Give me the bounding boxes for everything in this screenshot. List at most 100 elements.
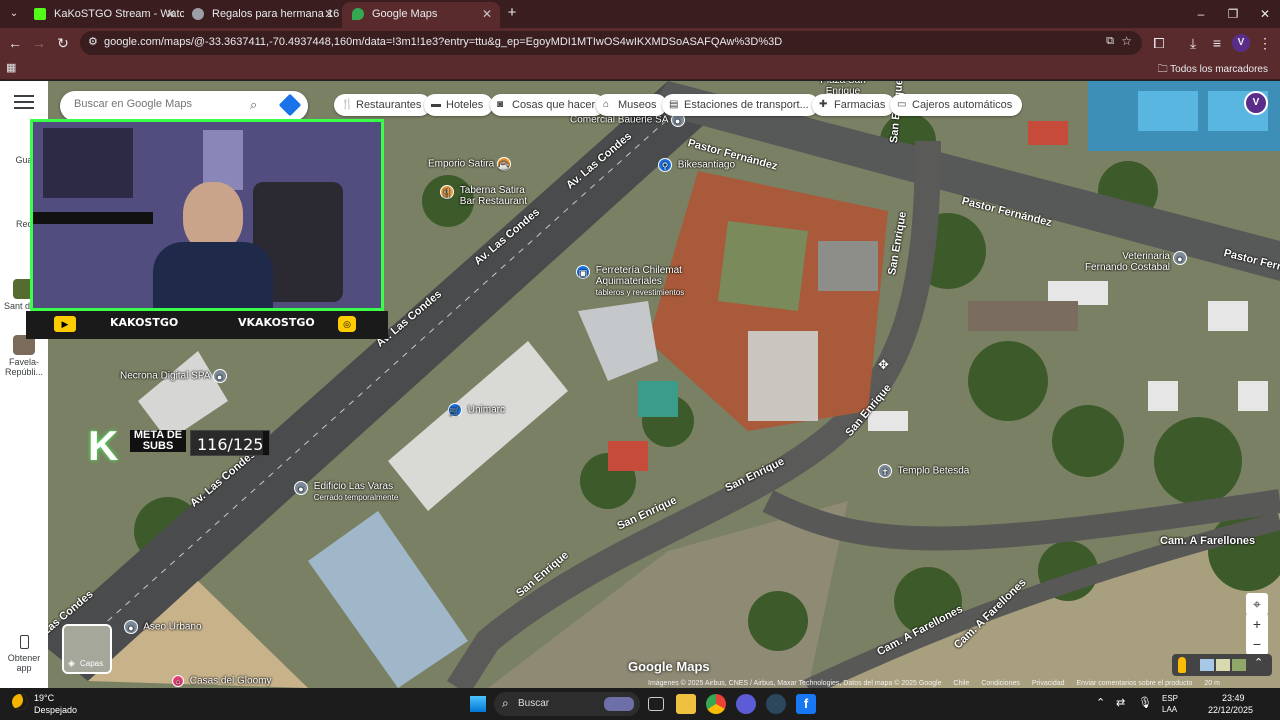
poi-veterinaria[interactable]: Veterinaria Fernando Costabal ● (1078, 251, 1190, 273)
new-tab-button[interactable]: + (504, 4, 520, 22)
road-label: Cam. A Farellones (1160, 535, 1256, 547)
tray-chevron-icon[interactable]: ⌃ (1096, 696, 1105, 709)
poi-pin-icon: ● (294, 481, 308, 495)
attribution-link-privacy[interactable]: Privacidad (1032, 680, 1065, 687)
media-icon[interactable]: ≡ (1208, 34, 1226, 52)
page-icon (192, 8, 204, 20)
layer-thumb-icon[interactable] (1216, 659, 1230, 671)
close-icon[interactable]: ✕ (166, 2, 176, 26)
search-input[interactable] (74, 98, 244, 110)
cart-icon: 🛒 (448, 403, 462, 417)
poi-pin-icon: ● (124, 620, 138, 634)
chip-hoteles[interactable]: ▬ Hoteles (424, 94, 494, 116)
maximize-button[interactable]: ❐ (1218, 4, 1248, 24)
attribution-link-feedback[interactable]: Enviar comentarios sobre el producto (1076, 680, 1192, 687)
menu-hamburger-icon[interactable] (14, 95, 34, 109)
my-location-button[interactable]: ⌖ (1246, 593, 1268, 615)
cafe-icon: ☕ (496, 157, 511, 171)
church-icon: ✝ (878, 464, 892, 478)
attribution-link-terms[interactable]: Condiciones (981, 680, 1020, 687)
directions-icon[interactable] (278, 93, 302, 117)
tab-title: Google Maps (372, 8, 438, 20)
pegman-icon[interactable] (1178, 657, 1186, 673)
zoom-out-button[interactable]: − (1246, 633, 1268, 655)
bookmarks-bar: ▦ 🗀 Todos los marcadores (0, 58, 1280, 80)
minimize-button[interactable]: – (1186, 4, 1216, 24)
map-scale[interactable]: 20 m (1204, 680, 1220, 687)
chip-estaciones[interactable]: ▤ Estaciones de transport... (662, 94, 819, 116)
layer-thumb-icon[interactable] (1232, 659, 1246, 671)
weather-desc[interactable]: Despejado (34, 705, 77, 715)
language-sub[interactable]: LAA (1162, 705, 1177, 714)
poi-emporio-satira[interactable]: Emporio Satira ☕ (428, 157, 514, 171)
taskbar-search[interactable]: ⌕ Buscar (494, 692, 640, 716)
kick-icon (34, 8, 46, 20)
account-avatar[interactable]: V (1244, 91, 1268, 115)
poi-bikesantiago[interactable]: ⚲ Bikesantiago (658, 158, 735, 172)
taskbar-search-label: Buscar (518, 698, 550, 709)
file-explorer-icon[interactable] (676, 694, 696, 714)
close-icon[interactable]: ✕ (324, 2, 334, 26)
layers-button[interactable]: ◈ Capas (62, 624, 112, 674)
task-view-icon[interactable] (648, 697, 664, 711)
poi-taberna-satira[interactable]: 🍴 Taberna Satira Bar Restaurant (440, 185, 540, 207)
poi-pin-icon: ● (212, 369, 227, 383)
lodging-icon: ⌂ (172, 675, 184, 687)
steam-icon[interactable] (766, 694, 786, 714)
poi-casas-del-gloomy[interactable]: ⌂ Casas del Gloomy (172, 675, 271, 687)
goal-value: 116/125 (197, 435, 264, 454)
reload-icon[interactable]: ↻ (54, 34, 72, 52)
poi-necrona[interactable]: Necrona Digital SPA ● (120, 369, 230, 383)
menu-icon[interactable]: ⋮ (1256, 34, 1274, 52)
clock-date[interactable]: 22/12/2025 (1208, 705, 1253, 715)
forward-icon[interactable]: → (30, 34, 48, 52)
language-code[interactable]: ESP (1162, 694, 1178, 703)
zoom-in-button[interactable]: + (1246, 613, 1268, 635)
tab-kakostgo[interactable]: KaKoSTGO Stream - Watch Live ✕ (24, 2, 184, 28)
search-icon[interactable]: ⌕ (250, 97, 257, 113)
chip-cosas-que-hacer[interactable]: ◙ Cosas que hacer (490, 94, 606, 116)
chip-restaurantes[interactable]: 🍴 Restaurantes (334, 94, 432, 116)
chip-museos[interactable]: ⌂ Museos (596, 94, 667, 116)
expand-up-icon[interactable]: ⌃ (1254, 656, 1263, 669)
bookmark-star-icon[interactable]: ☆ (1121, 34, 1132, 48)
chrome-icon[interactable] (706, 694, 726, 714)
close-window-button[interactable]: ✕ (1250, 4, 1280, 24)
layer-thumb-icon[interactable] (1200, 659, 1214, 671)
apps-icon[interactable]: ▦ (6, 61, 16, 74)
poi-templo-betesda[interactable]: ✝ Templo Betesda (878, 464, 969, 478)
tab-google-maps[interactable]: Google Maps ✕ (342, 2, 500, 28)
instagram-icon: ◎ (338, 316, 356, 332)
chip-cajeros[interactable]: ▭ Cajeros automáticos (890, 94, 1023, 116)
facebook-icon[interactable]: f (796, 694, 816, 714)
attribution-text: Imágenes © 2025 Airbus, CNES / Airbus, M… (648, 680, 942, 687)
mic-icon[interactable]: 🎙 (1138, 696, 1152, 709)
poi-aseo-urbano[interactable]: ● Aseo Urbano (124, 620, 202, 634)
windows-start-icon[interactable] (470, 696, 486, 712)
network-icon[interactable]: ⇄ (1116, 696, 1125, 709)
download-icon[interactable]: ⤓ (1184, 34, 1202, 52)
extensions-icon[interactable]: ⧠ (1150, 34, 1168, 52)
attribution-link-chile[interactable]: Chile (953, 680, 969, 687)
poi-unimarc[interactable]: 🛒 Unimarc (448, 403, 505, 417)
back-icon[interactable]: ← (6, 34, 24, 52)
clock-time[interactable]: 23:49 (1222, 693, 1245, 703)
shopping-bag-icon: ▣ (576, 265, 590, 279)
chip-farmacias[interactable]: ✚ Farmacias (812, 94, 896, 116)
address-bar[interactable]: ⚙ google.com/maps/@-33.3637411,-70.49374… (80, 31, 1142, 55)
rail-item-get-app[interactable]: Obtener app (2, 635, 46, 673)
poi-ferreteria[interactable]: ▣ Ferretería Chilemat Aquimateriales tab… (576, 265, 686, 298)
tab-search-button[interactable]: ⌄ (6, 6, 22, 22)
close-icon[interactable]: ✕ (482, 2, 492, 26)
install-app-icon[interactable]: ⧉ (1106, 35, 1114, 48)
tab-regalos[interactable]: Regalos para hermana 16 ✕ (182, 2, 342, 28)
site-info-icon[interactable]: ⚙ (88, 35, 98, 48)
profile-avatar[interactable]: V (1232, 34, 1250, 52)
poi-edificio-las-varas[interactable]: ● Edificio Las Varas Cerrado temporalmen… (294, 481, 398, 503)
app-icon[interactable] (736, 694, 756, 714)
weather-temp[interactable]: 19°C (34, 693, 54, 703)
search-icon: ⌕ (502, 696, 509, 710)
sub-goal-widget: K META DE SUBS 116/125 (88, 422, 273, 472)
search-highlight-icon (604, 697, 634, 711)
all-bookmarks[interactable]: 🗀 Todos los marcadores (1158, 62, 1268, 79)
